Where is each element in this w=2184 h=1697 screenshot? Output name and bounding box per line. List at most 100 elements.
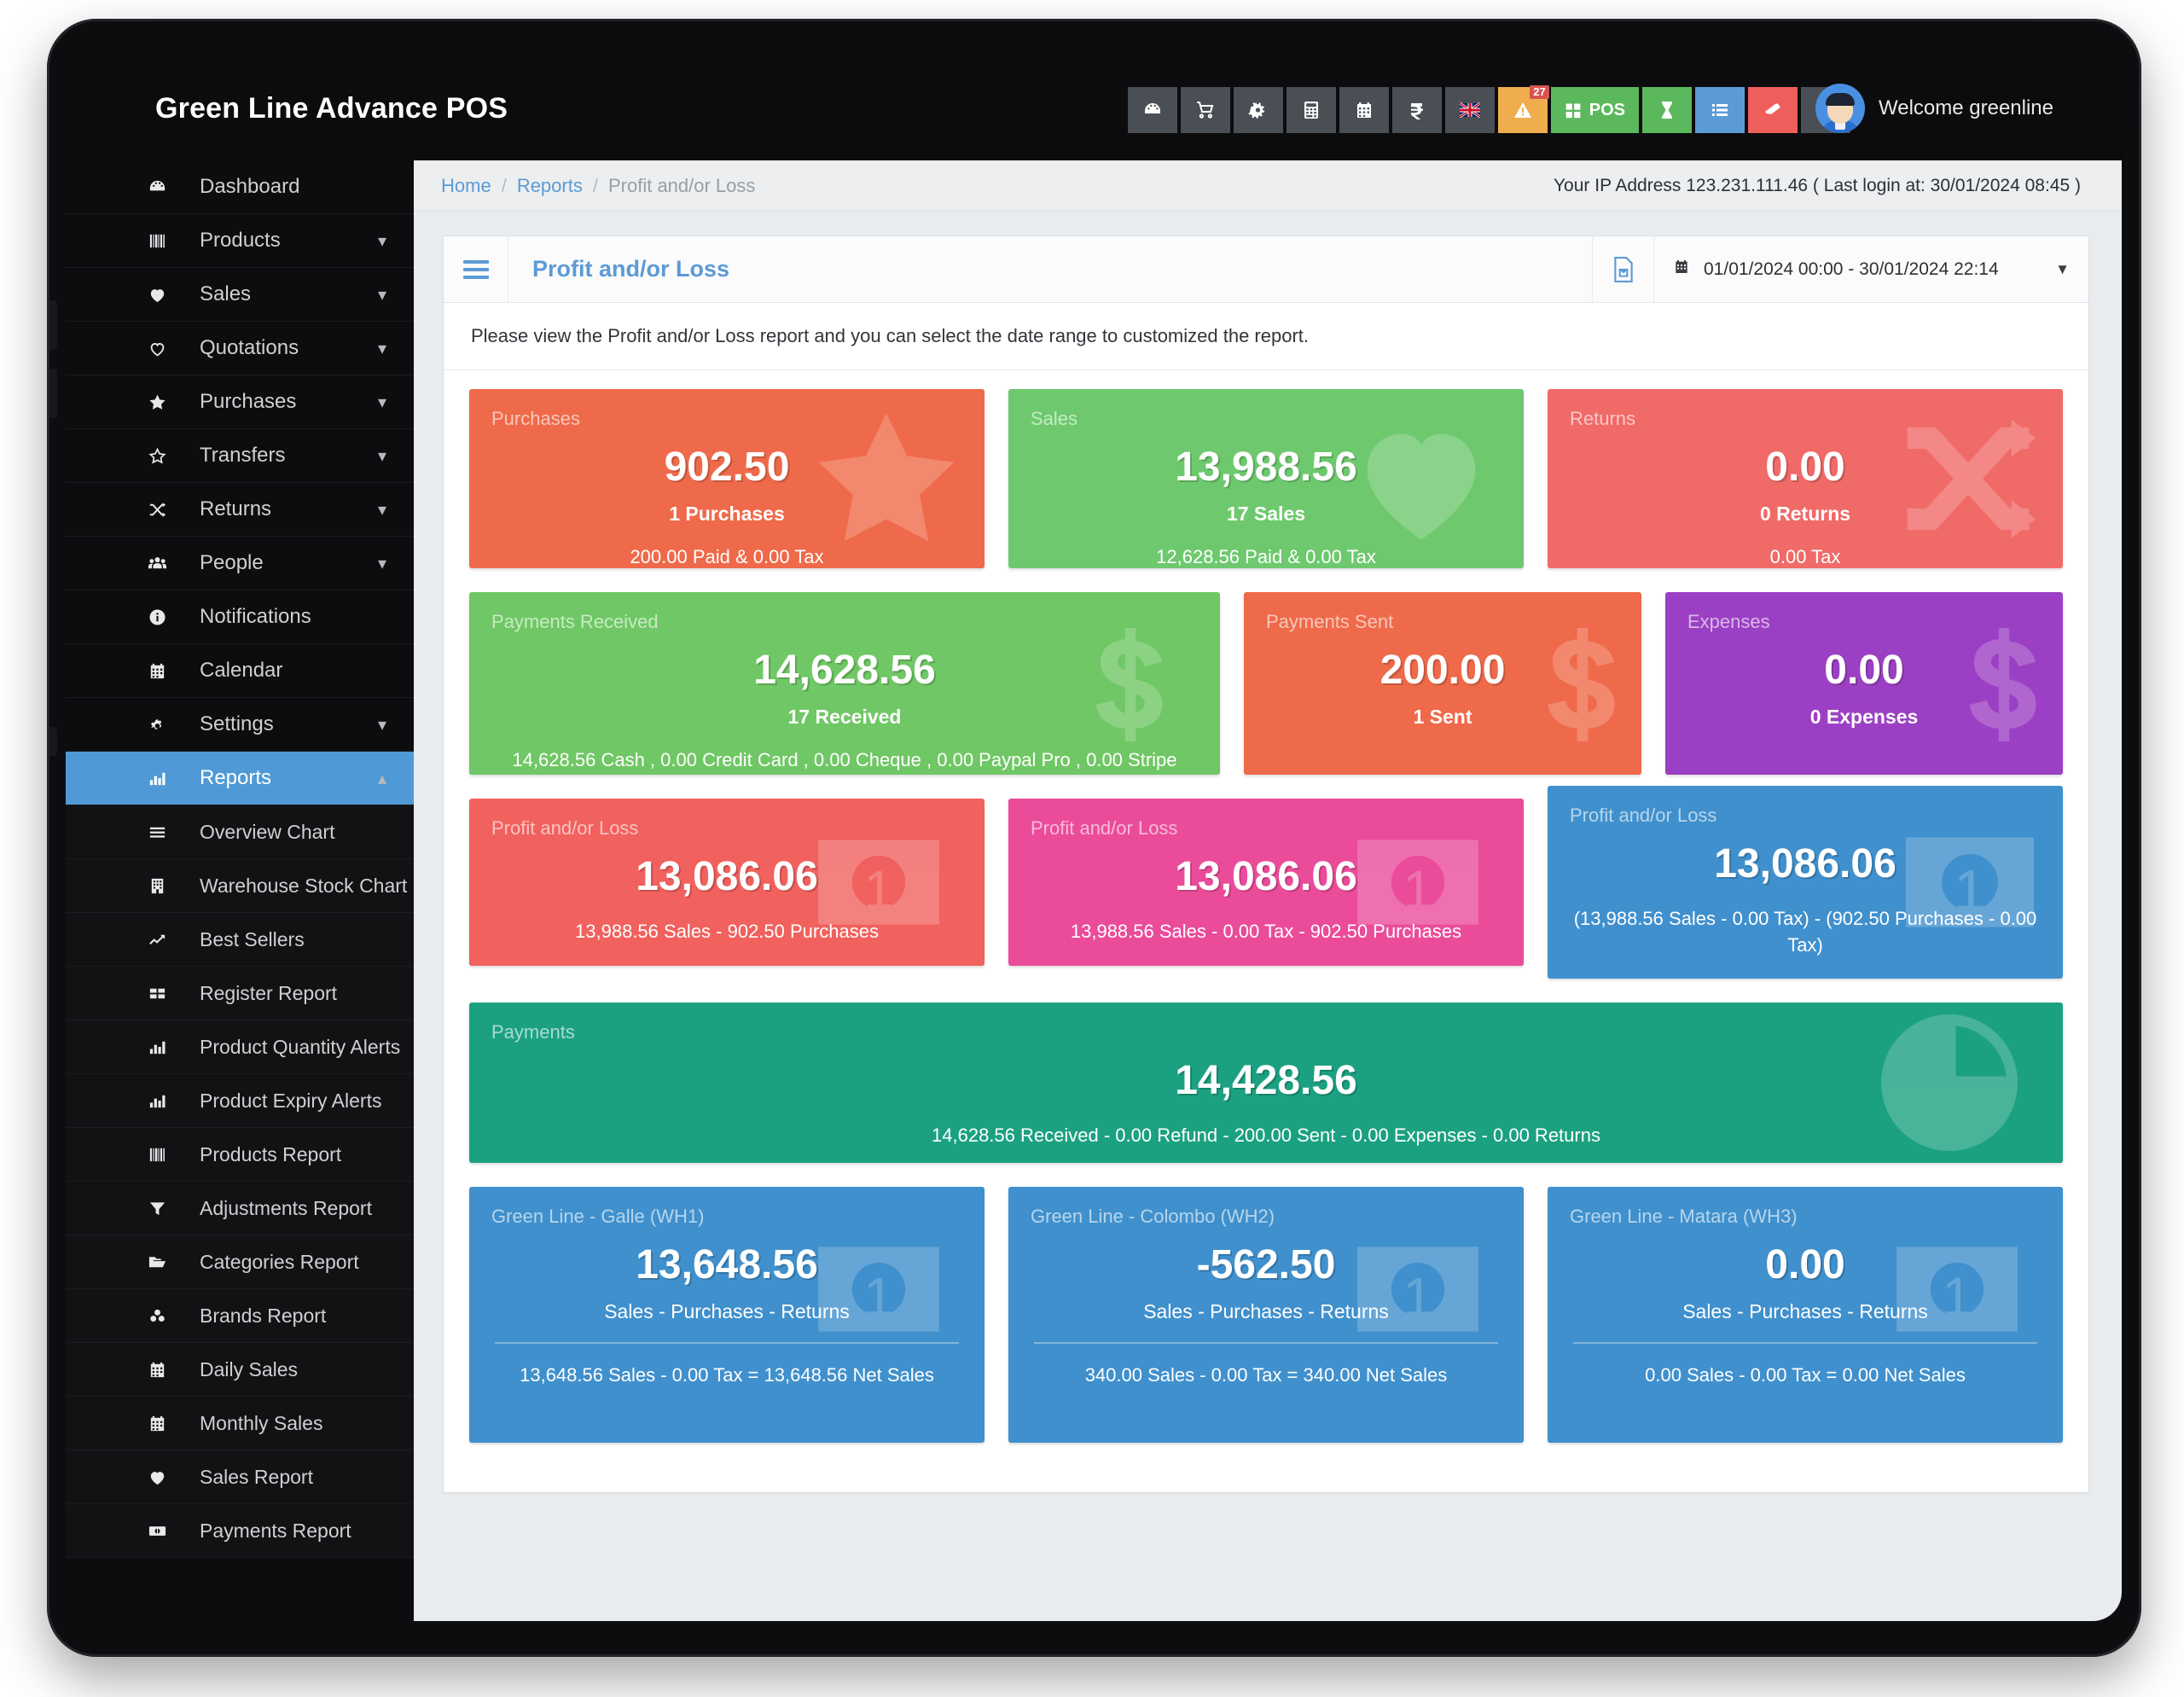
calendar-icon[interactable] bbox=[1339, 87, 1389, 133]
card-profit-loss-2[interactable]: 1 Profit and/or Loss 13,086.06 13,988.56… bbox=[1008, 799, 1524, 966]
breadcrumb-reports[interactable]: Reports bbox=[517, 175, 583, 197]
date-range-picker[interactable]: 01/01/2024 00:00 - 30/01/2024 22:14 ▼ bbox=[1653, 236, 2088, 302]
flag-icon[interactable] bbox=[1444, 87, 1495, 133]
card-title: Payments bbox=[491, 1021, 575, 1043]
device-button-volume-down[interactable] bbox=[49, 369, 57, 418]
sidebar-item-quotations[interactable]: Quotations ▾ bbox=[66, 322, 414, 375]
sidebar-item-label: Sales Report bbox=[200, 1465, 313, 1488]
sidebar-item-register-report[interactable]: Register Report bbox=[66, 967, 414, 1020]
card-profit-loss-3[interactable]: 1 Profit and/or Loss 13,086.06 (13,988.5… bbox=[1548, 786, 2063, 979]
card-value: 13,086.06 bbox=[1714, 841, 1896, 886]
card-title: Purchases bbox=[491, 408, 580, 429]
sidebar-item-label: Register Report bbox=[200, 981, 338, 1004]
gears-icon[interactable] bbox=[1233, 87, 1283, 133]
sidebar-item-daily-sales[interactable]: Daily Sales bbox=[66, 1343, 414, 1397]
hourglass-icon[interactable] bbox=[1642, 87, 1692, 133]
calendar-icon bbox=[142, 1414, 171, 1433]
sidebar-item-people[interactable]: People ▾ bbox=[66, 537, 414, 590]
sidebar-item-payments-report[interactable]: Payments Report bbox=[66, 1504, 414, 1558]
sidebar-item-dashboard[interactable]: Dashboard bbox=[66, 160, 414, 214]
report-cards-container: Purchases 902.50 1 Purchases 200.00 Paid… bbox=[444, 370, 2088, 1492]
card-footnote: (13,988.56 Sales - 0.00 Tax) - (902.50 P… bbox=[1573, 908, 2037, 956]
card-value: 0.00 bbox=[1765, 445, 1845, 490]
breadcrumb-separator: / bbox=[501, 174, 507, 196]
top-nav-icon-group: 27 POS bbox=[1127, 85, 1850, 133]
sidebar-item-label: Categories Report bbox=[200, 1250, 359, 1273]
line-chart-icon bbox=[142, 930, 171, 950]
card-warehouse-wh1[interactable]: 1 Green Line - Galle (WH1) 13,648.56 Sal… bbox=[469, 1187, 985, 1443]
barcode-icon bbox=[142, 231, 171, 251]
card-warehouse-wh3[interactable]: 1 Green Line - Matara (WH3) 0.00 Sales -… bbox=[1548, 1187, 2063, 1443]
card-payments[interactable]: Payments 14,428.56 14,628.56 Received - … bbox=[469, 1003, 2063, 1163]
chevron-down-icon: ▾ bbox=[377, 285, 386, 305]
card-profit-loss-1[interactable]: 1 Profit and/or Loss 13,086.06 13,988.56… bbox=[469, 799, 985, 966]
sidebar-item-overview-chart[interactable]: Overview Chart bbox=[66, 805, 414, 859]
eraser-icon[interactable] bbox=[1748, 87, 1798, 133]
sidebar-item-warehouse-stock-chart[interactable]: Warehouse Stock Chart bbox=[66, 859, 414, 913]
breadcrumb-separator: / bbox=[592, 174, 598, 196]
sidebar-item-label: Transfers bbox=[200, 444, 286, 467]
card-title: Sales bbox=[1031, 408, 1078, 429]
sidebar-item-monthly-sales[interactable]: Monthly Sales bbox=[66, 1397, 414, 1450]
users-icon bbox=[142, 554, 171, 573]
sidebar-item-notifications[interactable]: Notifications bbox=[66, 590, 414, 644]
filter-icon bbox=[142, 1199, 171, 1218]
device-button-volume-up[interactable] bbox=[49, 300, 57, 350]
device-button-power[interactable] bbox=[49, 727, 57, 756]
pos-button[interactable]: POS bbox=[1550, 87, 1639, 133]
sidebar-item-sales[interactable]: Sales ▾ bbox=[66, 268, 414, 322]
breadcrumb-home[interactable]: Home bbox=[441, 175, 491, 197]
card-warehouse-wh2[interactable]: 1 Green Line - Colombo (WH2) -562.50 Sal… bbox=[1008, 1187, 1524, 1443]
calculator-icon[interactable] bbox=[1286, 87, 1336, 133]
card-row: Payments 14,428.56 14,628.56 Received - … bbox=[469, 1003, 2063, 1163]
divider bbox=[1573, 1342, 2037, 1344]
card-purchases[interactable]: Purchases 902.50 1 Purchases 200.00 Paid… bbox=[469, 389, 985, 568]
cart-icon[interactable] bbox=[1180, 87, 1230, 133]
card-payments-received[interactable]: Payments Received 14,628.56 17 Received … bbox=[469, 592, 1220, 775]
card-net-sales: 340.00 Sales - 0.00 Tax = 340.00 Net Sal… bbox=[1084, 1364, 1448, 1386]
card-sales[interactable]: Sales 13,988.56 17 Sales 12,628.56 Paid … bbox=[1008, 389, 1524, 568]
export-pdf-button[interactable] bbox=[1592, 236, 1653, 302]
dashboard-icon[interactable] bbox=[1127, 87, 1177, 133]
sidebar-item-reports[interactable]: Reports ▴ bbox=[66, 752, 414, 805]
date-range-value: 01/01/2024 00:00 - 30/01/2024 22:14 bbox=[1704, 259, 1999, 279]
card-subtitle: 1 Sent bbox=[1413, 706, 1472, 728]
sidebar-item-label: Payments Report bbox=[200, 1519, 351, 1542]
card-title: Returns bbox=[1570, 408, 1636, 429]
chevron-down-icon: ▾ bbox=[377, 339, 386, 358]
sidebar-item-calendar[interactable]: Calendar bbox=[66, 644, 414, 698]
card-title: Profit and/or Loss bbox=[491, 817, 639, 839]
sidebar-item-settings[interactable]: Settings ▾ bbox=[66, 698, 414, 752]
sidebar-item-adjustments-report[interactable]: Adjustments Report bbox=[66, 1182, 414, 1235]
money-bill-icon: 1 bbox=[1341, 1217, 1495, 1362]
sidebar-item-brands-report[interactable]: Brands Report bbox=[66, 1289, 414, 1343]
sidebar-item-sales-report[interactable]: Sales Report bbox=[66, 1450, 414, 1504]
sidebar-item-products[interactable]: Products ▾ bbox=[66, 214, 414, 268]
card-title: Payments Sent bbox=[1266, 611, 1394, 632]
sidebar-item-label: Returns bbox=[200, 497, 272, 520]
list-icon[interactable] bbox=[1695, 87, 1745, 133]
card-expenses[interactable]: Expenses 0.00 0 Expenses bbox=[1665, 592, 2063, 775]
tablet-device-frame: Green Line Advance POS 27 POS Welcome gr… bbox=[47, 19, 2141, 1657]
sidebar-item-products-report[interactable]: Products Report bbox=[66, 1128, 414, 1182]
sidebar-item-best-sellers[interactable]: Best Sellers bbox=[66, 913, 414, 967]
card-payments-sent[interactable]: Payments Sent 200.00 1 Sent bbox=[1244, 592, 1641, 775]
sidebar-item-purchases[interactable]: Purchases ▾ bbox=[66, 375, 414, 429]
sidebar-item-label: Warehouse Stock Chart bbox=[200, 874, 408, 897]
sidebar-navigation[interactable]: Dashboard Products ▾ Sales ▾ Quotations … bbox=[66, 160, 414, 1621]
sidebar-item-product-quantity-alerts[interactable]: Product Quantity Alerts bbox=[66, 1020, 414, 1074]
card-value: 13,648.56 bbox=[636, 1242, 818, 1287]
sidebar-item-product-expiry-alerts[interactable]: Product Expiry Alerts bbox=[66, 1074, 414, 1128]
sidebar-item-returns[interactable]: Returns ▾ bbox=[66, 483, 414, 537]
user-account-menu[interactable]: Welcome greenline bbox=[1815, 84, 2053, 133]
sidebar-item-transfers[interactable]: Transfers ▾ bbox=[66, 429, 414, 483]
sidebar-item-categories-report[interactable]: Categories Report bbox=[66, 1235, 414, 1289]
divider bbox=[1034, 1342, 1498, 1344]
menu-toggle-button[interactable] bbox=[444, 236, 508, 302]
sidebar-item-label: Product Quantity Alerts bbox=[200, 1035, 401, 1058]
alerts-warning-icon[interactable]: 27 bbox=[1497, 85, 1549, 133]
card-returns[interactable]: Returns 0.00 0 Returns 0.00 Tax bbox=[1548, 389, 2063, 568]
chevron-down-icon: ▾ bbox=[377, 500, 386, 520]
card-footnote: 14,628.56 Received - 0.00 Refund - 200.0… bbox=[932, 1125, 1600, 1146]
currency-icon[interactable] bbox=[1391, 87, 1442, 133]
